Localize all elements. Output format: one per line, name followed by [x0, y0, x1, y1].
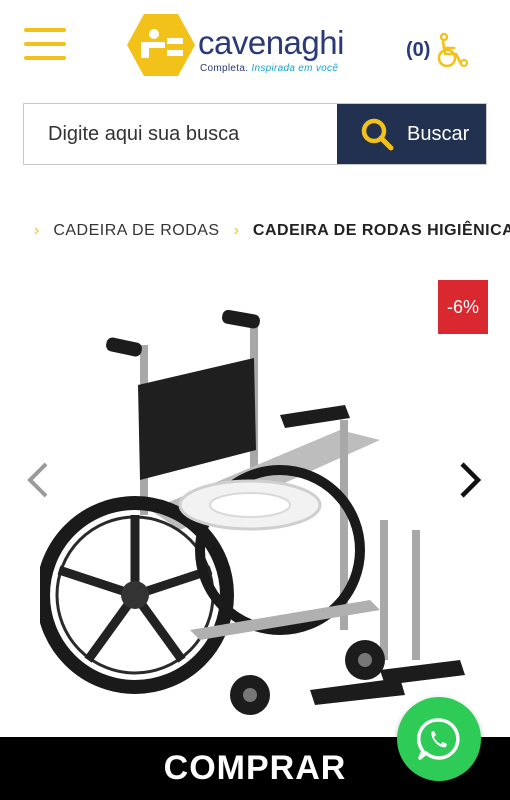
breadcrumb-item-category[interactable]: CADEIRA DE RODAS [53, 222, 219, 240]
breadcrumb-item-current: CADEIRA DE RODAS HIGIÊNICA E B [252, 222, 510, 239]
search-bar: Buscar [23, 103, 487, 165]
cart-count: (0) [406, 38, 431, 61]
search-button-label: Buscar [407, 122, 470, 145]
chevron-right-icon: › [233, 222, 239, 239]
wheelchair-cart-icon [438, 32, 469, 68]
chevron-right-icon: › [34, 222, 40, 239]
brand-name[interactable]: cavenaghi [198, 24, 344, 62]
menu-icon[interactable] [24, 28, 66, 62]
search-button[interactable]: Buscar [337, 104, 486, 164]
search-input[interactable] [24, 104, 337, 164]
brand-tagline: Completa. Inspirada em você [200, 63, 338, 74]
whatsapp-button[interactable] [397, 697, 481, 781]
product-image[interactable] [40, 300, 480, 730]
whatsapp-icon [416, 718, 460, 760]
cart-button[interactable]: (0) [406, 30, 470, 70]
tagline-part2: Inspirada em você [251, 63, 339, 74]
logo-icon[interactable] [127, 14, 195, 76]
search-icon [361, 118, 394, 151]
breadcrumb: › CADEIRA DE RODAS › CADEIRA DE RODAS HI… [34, 219, 510, 243]
header: cavenaghi Completa. Inspirada em você (0… [0, 0, 510, 95]
buy-button-label: COMPRAR [163, 749, 347, 787]
tagline-part1: Completa. [200, 63, 249, 74]
